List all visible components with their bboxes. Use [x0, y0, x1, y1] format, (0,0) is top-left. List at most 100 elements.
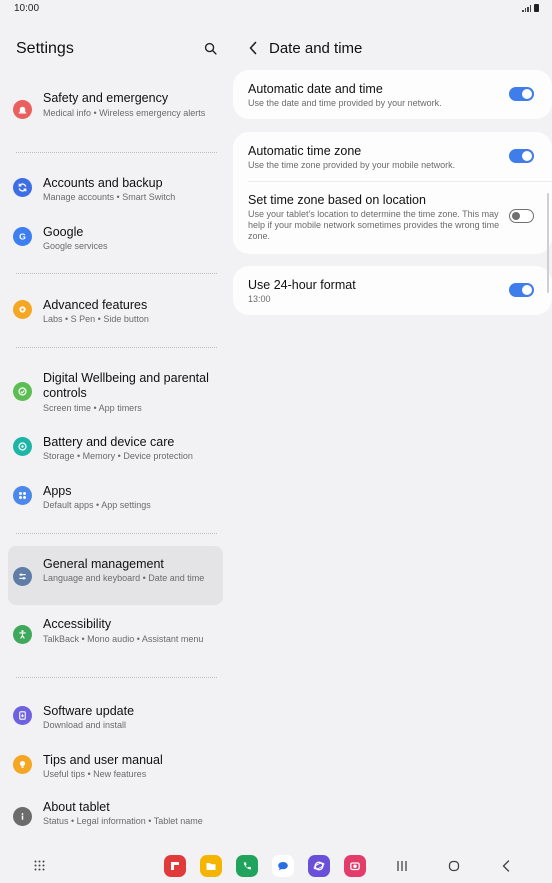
setting-title: Set time zone based on location: [248, 193, 426, 207]
update-icon: [13, 706, 32, 725]
setting-row-automatic-date[interactable]: Automatic date and time Use the date and…: [233, 70, 552, 119]
divider: [16, 273, 217, 274]
toggle-switch[interactable]: [509, 149, 534, 163]
internet-app-icon[interactable]: [308, 855, 330, 877]
device-care-icon: [13, 437, 32, 456]
setting-row-location-time-zone[interactable]: Set time zone based on location Use your…: [233, 182, 552, 254]
sidebar-item-software-update[interactable]: Software update Download and install: [8, 696, 223, 736]
sidebar-item-subtitle: TalkBack • Mono audio • Assistant menu: [43, 634, 204, 644]
sidebar-item-accessibility[interactable]: Accessibility TalkBack • Mono audio • As…: [8, 612, 223, 662]
divider: [16, 533, 217, 534]
accessibility-icon: [13, 625, 32, 644]
scrollbar[interactable]: [547, 193, 549, 293]
sidebar-item-label: Battery and device care: [43, 435, 175, 449]
setting-description: Use the date and time provided by your n…: [248, 98, 442, 108]
sidebar-item-subtitle: Labs • S Pen • Side button: [43, 314, 149, 324]
setting-title: Use 24-hour format: [248, 278, 356, 292]
sidebar-item-advanced-features[interactable]: Advanced features Labs • S Pen • Side bu…: [8, 290, 223, 330]
navigation-bar: [0, 848, 552, 883]
sidebar-item-accounts[interactable]: Accounts and backup Manage accounts • Sm…: [8, 168, 223, 208]
setting-description: Use your tablet's location to determine …: [248, 209, 500, 241]
sidebar-item-subtitle: Status • Legal information • Tablet name: [43, 816, 203, 826]
lightbulb-icon: [13, 755, 32, 774]
sidebar-item-digital-wellbeing[interactable]: Digital Wellbeing and parental controls …: [8, 363, 223, 415]
setting-description: Use the time zone provided by your mobil…: [248, 160, 456, 170]
sidebar-item-subtitle: Medical info • Wireless emergency alerts: [43, 108, 206, 118]
messages-app-icon[interactable]: [272, 855, 294, 877]
sidebar-item-subtitle: Google services: [43, 241, 108, 251]
sync-icon: [13, 178, 32, 197]
chevron-left-icon: [249, 41, 257, 55]
sidebar-item-google[interactable]: G Google Google services: [8, 217, 223, 257]
svg-text:G: G: [19, 232, 26, 242]
info-icon: [13, 807, 32, 826]
sidebar-item-subtitle: Download and install: [43, 720, 127, 730]
sidebar-item-label: Apps: [43, 484, 72, 498]
divider: [16, 677, 217, 678]
setting-title: Automatic time zone: [248, 144, 362, 158]
status-time: 10:00: [14, 3, 40, 14]
sidebar-item-label: General management: [43, 557, 164, 571]
divider: [16, 152, 217, 153]
phone-app-icon[interactable]: [236, 855, 258, 877]
back-button[interactable]: [244, 38, 262, 58]
toggle-switch[interactable]: [509, 87, 534, 101]
battery-icon: [534, 4, 539, 12]
divider: [16, 347, 217, 348]
sidebar-item-label: Accounts and backup: [43, 176, 163, 190]
sidebar-item-subtitle: Manage accounts • Smart Switch: [43, 192, 176, 202]
app-drawer-button[interactable]: [27, 848, 51, 883]
toggle-switch[interactable]: [509, 283, 534, 297]
sliders-icon: [13, 567, 32, 586]
sidebar-item-label: Tips and user manual: [43, 753, 163, 767]
toggle-switch[interactable]: [509, 209, 534, 223]
status-icons: [522, 4, 539, 12]
sidebar-item-label: About tablet: [43, 800, 110, 814]
camera-app-icon[interactable]: [344, 855, 366, 877]
search-icon: [204, 42, 217, 55]
gear-plus-icon: [13, 300, 32, 319]
sidebar-item-tips[interactable]: Tips and user manual Useful tips • New f…: [8, 745, 223, 785]
flipboard-app-icon[interactable]: [164, 855, 186, 877]
apps-grid-icon: [34, 860, 44, 871]
back-nav-button[interactable]: [494, 848, 518, 883]
sidebar-item-label: Digital Wellbeing and parental controls: [43, 371, 209, 400]
settings-card: Use 24-hour format 13:00: [233, 266, 552, 315]
status-bar: 10:00: [0, 0, 552, 18]
apps-grid-icon: [13, 486, 32, 505]
sidebar-item-label: Software update: [43, 704, 135, 718]
recents-icon: [397, 860, 407, 871]
detail-page-title: Date and time: [269, 40, 363, 57]
setting-row-automatic-time-zone[interactable]: Automatic time zone Use the time zone pr…: [233, 132, 552, 181]
sidebar-item-apps[interactable]: Apps Default apps • App settings: [8, 476, 223, 516]
my-files-app-icon[interactable]: [200, 855, 222, 877]
sidebar-item-label: Accessibility: [43, 617, 112, 631]
sidebar-item-subtitle: Useful tips • New features: [43, 769, 147, 779]
sidebar-item-subtitle: Language and keyboard • Date and time: [43, 573, 205, 583]
home-button[interactable]: [442, 848, 466, 883]
settings-list-pane: Settings Safety and emergency Medical in…: [0, 18, 232, 848]
sidebar-item-subtitle: Screen time • App timers: [43, 403, 142, 413]
home-icon: [448, 860, 460, 871]
back-icon: [502, 859, 510, 872]
setting-description: 13:00: [248, 294, 271, 304]
settings-card: Automatic date and time Use the date and…: [233, 70, 552, 119]
signal-icon: [522, 5, 531, 12]
siren-icon: [13, 100, 32, 119]
search-button[interactable]: [200, 38, 220, 58]
recent-apps-button[interactable]: [390, 848, 414, 883]
sidebar-item-label: Google: [43, 225, 84, 239]
setting-title: Automatic date and time: [248, 82, 383, 96]
sidebar-item-battery[interactable]: Battery and device care Storage • Memory…: [8, 427, 223, 467]
setting-row-24-hour-format[interactable]: Use 24-hour format 13:00: [233, 266, 552, 315]
wellbeing-icon: [13, 382, 32, 401]
sidebar-item-subtitle: Storage • Memory • Device protection: [43, 451, 193, 461]
sidebar-item-about[interactable]: About tablet Status • Legal information …: [8, 794, 223, 844]
sidebar-item-general-management[interactable]: General management Language and keyboard…: [8, 546, 223, 605]
page-title: Settings: [16, 40, 74, 57]
settings-card: Automatic time zone Use the time zone pr…: [233, 132, 552, 254]
google-icon: G: [13, 227, 32, 246]
sidebar-item-label: Safety and emergency: [43, 91, 169, 105]
sidebar-item-safety[interactable]: Safety and emergency Medical info • Wire…: [8, 86, 223, 136]
sidebar-item-label: Advanced features: [43, 298, 148, 312]
